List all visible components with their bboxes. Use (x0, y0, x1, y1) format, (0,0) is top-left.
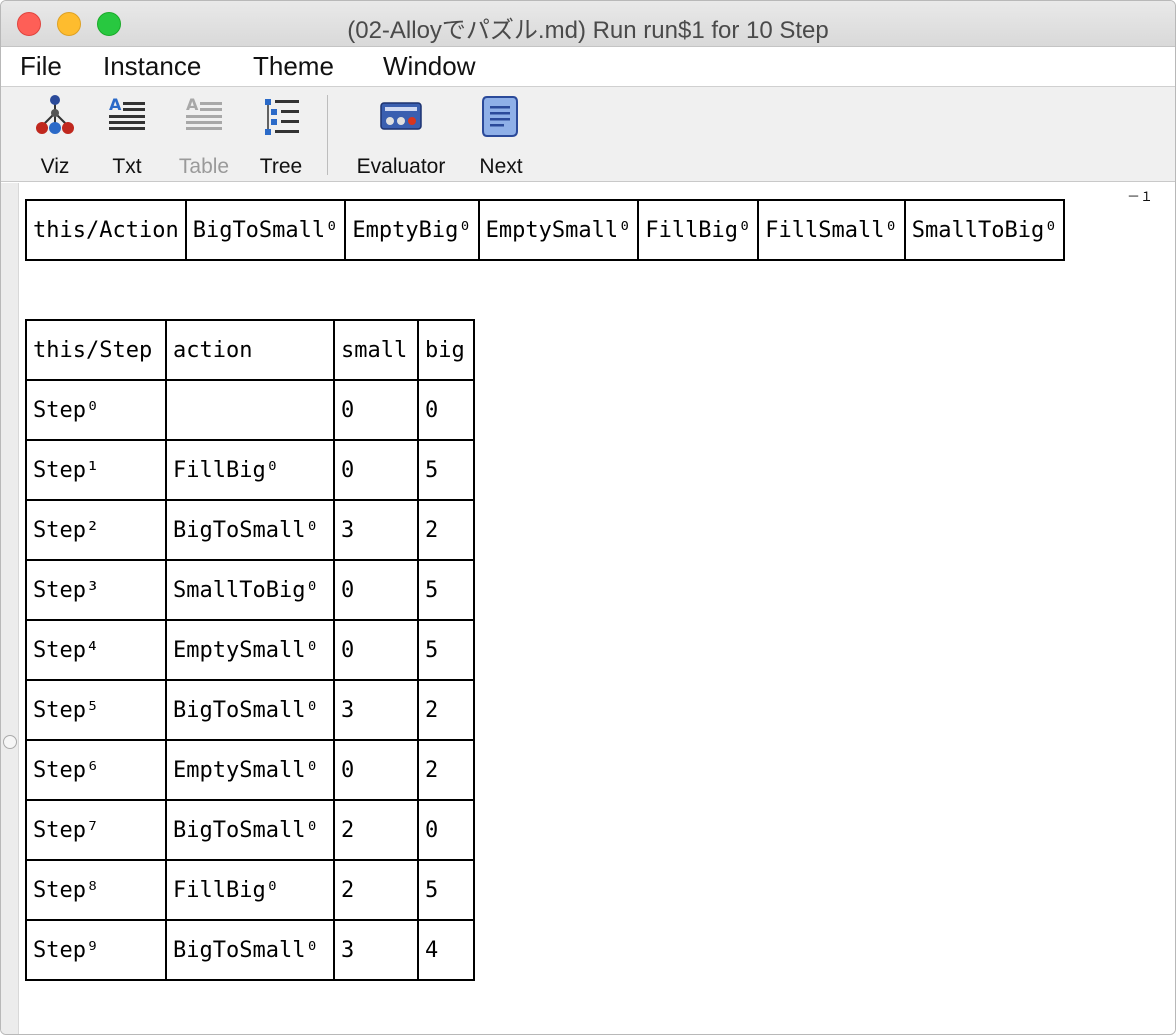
header-cell: action (165, 319, 335, 381)
table-row: this/Action BigToSmall⁰ EmptyBig⁰ EmptyS… (25, 199, 1066, 261)
action-cell: EmptySmall⁰ (477, 199, 640, 261)
step-cell: Step⁹ (25, 919, 167, 981)
table-row: Step⁴ EmptySmall⁰ 0 5 (25, 619, 475, 681)
evaluator-label: Evaluator (356, 155, 446, 178)
step-cell: Step⁷ (25, 799, 167, 861)
action-cell: this/Action (25, 199, 187, 261)
svg-text:A: A (109, 95, 122, 114)
toolbar: Viz A Txt A Table Tree Evaluator Next (1, 87, 1175, 182)
small-cell: 0 (333, 739, 419, 801)
graph-tree-icon (36, 95, 74, 134)
big-cell: 5 (417, 619, 475, 681)
big-cell: 4 (417, 919, 475, 981)
txt-button[interactable]: A Txt (103, 93, 151, 183)
corner-label: －１ (1127, 190, 1154, 205)
small-cell: 2 (333, 859, 419, 921)
step-cell: Step⁵ (25, 679, 167, 741)
action-cell: BigToSmall⁰ (165, 499, 335, 561)
alloy-instance-window: (02-Alloyでパズル.md) Run run$1 for 10 Step … (0, 0, 1176, 1035)
action-table: this/Action BigToSmall⁰ EmptyBig⁰ EmptyS… (25, 199, 1066, 261)
step-table: this/Step action small big Step⁰ 0 0 Ste… (25, 319, 475, 981)
viz-button[interactable]: Viz (29, 93, 81, 183)
splitter-handle[interactable] (3, 735, 17, 749)
table-header-row: this/Step action small big (25, 319, 475, 381)
action-cell: FillSmall⁰ (757, 199, 906, 261)
table-view-icon: A (186, 95, 222, 130)
txt-label: Txt (112, 155, 142, 178)
small-cell: 0 (333, 439, 419, 501)
step-cell: Step⁴ (25, 619, 167, 681)
table-row: Step⁸ FillBig⁰ 2 5 (25, 859, 475, 921)
text-view-icon: A (109, 95, 145, 130)
tree-view-icon (265, 99, 299, 135)
big-cell: 2 (417, 499, 475, 561)
scroll-next-icon (482, 96, 518, 137)
left-splitter[interactable] (1, 183, 19, 1034)
tree-button[interactable]: Tree (255, 93, 307, 183)
action-cell: FillBig⁰ (165, 859, 335, 921)
table-label: Table (178, 155, 230, 178)
action-cell (165, 379, 335, 441)
table-row: Step⁶ EmptySmall⁰ 0 2 (25, 739, 475, 801)
table-button: A Table (173, 93, 235, 183)
big-cell: 0 (417, 379, 475, 441)
action-cell: EmptyBig⁰ (344, 199, 480, 261)
toolbar-separator (327, 95, 328, 175)
big-cell: 2 (417, 679, 475, 741)
step-cell: Step⁰ (25, 379, 167, 441)
step-cell: Step³ (25, 559, 167, 621)
big-cell: 0 (417, 799, 475, 861)
table-row: Step⁰ 0 0 (25, 379, 475, 441)
action-cell: FillBig⁰ (165, 439, 335, 501)
tree-label: Tree (259, 155, 303, 178)
action-cell: SmallToBig⁰ (903, 199, 1066, 261)
svg-text:A: A (186, 95, 199, 114)
table-row: Step³ SmallToBig⁰ 0 5 (25, 559, 475, 621)
small-cell: 0 (333, 559, 419, 621)
small-cell: 0 (333, 379, 419, 441)
header-cell: small (333, 319, 419, 381)
header-cell: big (417, 319, 475, 381)
big-cell: 5 (417, 559, 475, 621)
evaluator-button[interactable]: Evaluator (349, 93, 453, 183)
small-cell: 2 (333, 799, 419, 861)
action-cell: BigToSmall⁰ (184, 199, 347, 261)
action-cell: BigToSmall⁰ (165, 919, 335, 981)
small-cell: 0 (333, 619, 419, 681)
small-cell: 3 (333, 679, 419, 741)
big-cell: 2 (417, 739, 475, 801)
header-cell: this/Step (25, 319, 167, 381)
step-cell: Step⁶ (25, 739, 167, 801)
evaluator-icon (380, 102, 422, 130)
action-cell: EmptySmall⁰ (165, 739, 335, 801)
table-row: Step² BigToSmall⁰ 3 2 (25, 499, 475, 561)
next-button[interactable]: Next (473, 93, 529, 183)
action-cell: FillBig⁰ (637, 199, 760, 261)
menu-file[interactable]: File (20, 51, 62, 82)
small-cell: 3 (333, 499, 419, 561)
menu-instance[interactable]: Instance (103, 51, 201, 82)
menu-theme[interactable]: Theme (253, 51, 334, 82)
table-row: Step⁹ BigToSmall⁰ 3 4 (25, 919, 475, 981)
action-cell: EmptySmall⁰ (165, 619, 335, 681)
window-title: (02-Alloyでパズル.md) Run run$1 for 10 Step (347, 17, 829, 44)
action-cell: BigToSmall⁰ (165, 679, 335, 741)
step-cell: Step² (25, 499, 167, 561)
action-cell: SmallToBig⁰ (165, 559, 335, 621)
step-cell: Step¹ (25, 439, 167, 501)
step-cell: Step⁸ (25, 859, 167, 921)
menu-window[interactable]: Window (383, 51, 475, 82)
big-cell: 5 (417, 439, 475, 501)
next-label: Next (479, 155, 523, 178)
table-row: Step⁷ BigToSmall⁰ 2 0 (25, 799, 475, 861)
viz-label: Viz (40, 155, 70, 178)
action-cell: BigToSmall⁰ (165, 799, 335, 861)
table-row: Step¹ FillBig⁰ 0 5 (25, 439, 475, 501)
table-row: Step⁵ BigToSmall⁰ 3 2 (25, 679, 475, 741)
small-cell: 3 (333, 919, 419, 981)
menu-bar: File Instance Theme Window (1, 47, 1175, 87)
title-bar[interactable]: (02-Alloyでパズル.md) Run run$1 for 10 Step (1, 1, 1175, 47)
big-cell: 5 (417, 859, 475, 921)
